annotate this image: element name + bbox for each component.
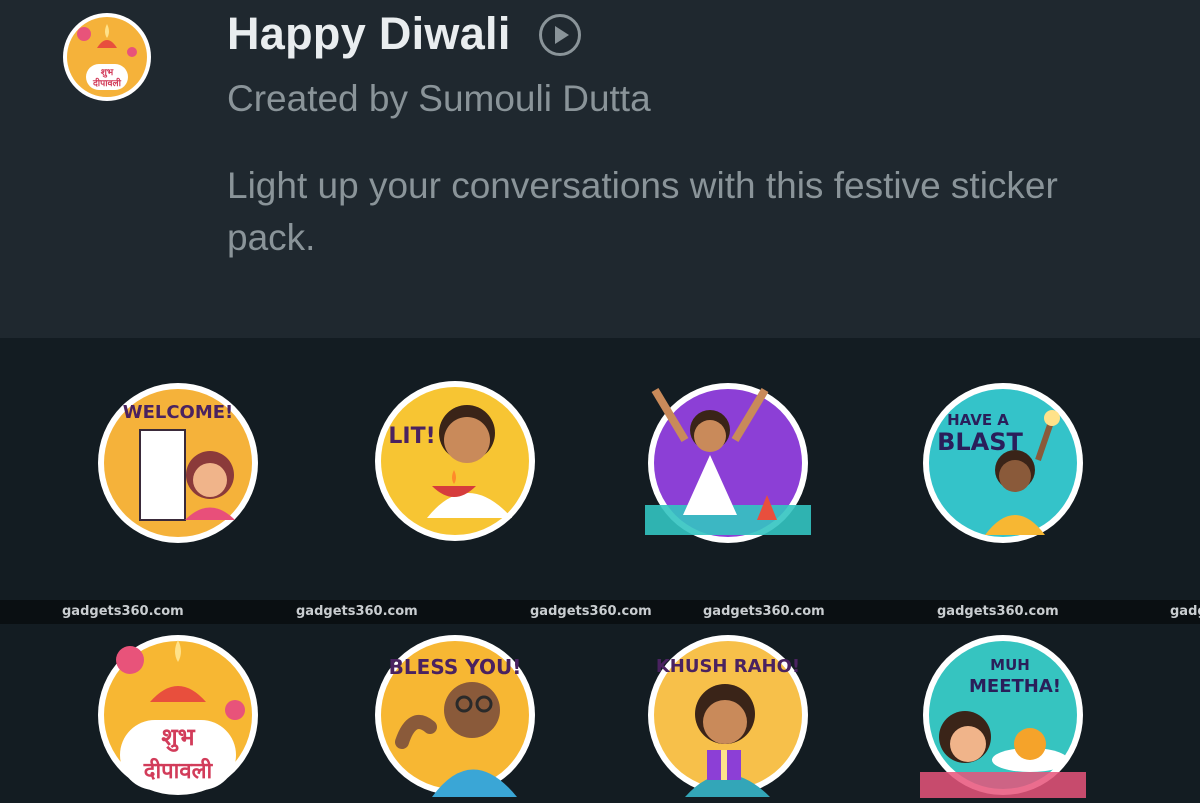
sticker-label: WELCOME! xyxy=(123,402,234,423)
sticker-celebrate[interactable] xyxy=(645,380,811,546)
sticker-label: BLESS YOU! xyxy=(389,655,522,679)
title-row: Happy Diwali xyxy=(227,8,582,60)
watermark: gadgets360.com xyxy=(937,604,1059,619)
sticker-have-a-blast[interactable]: HAVE A BLAST xyxy=(920,380,1086,546)
pack-icon-text-line2: दीपावली xyxy=(92,77,122,89)
watermark: gadgets360.com xyxy=(530,604,652,619)
pack-description: Light up your conversations with this fe… xyxy=(227,165,1058,258)
pack-title: Happy Diwali xyxy=(227,8,511,59)
sticker-khush-raho[interactable]: KHUSH RAHO! xyxy=(645,632,811,798)
sticker-pack-header: शुभ दीपावली Happy Diwali Created by Sumo… xyxy=(0,0,1200,338)
watermark: gadgets360.com xyxy=(703,604,825,619)
sticker-shubh-deepavali[interactable]: शुभ दीपावली xyxy=(95,632,261,798)
sticker-lit[interactable]: LIT! xyxy=(372,378,538,544)
sticker-label: KHUSH RAHO! xyxy=(656,656,800,677)
pack-icon-text-line1: शुभ xyxy=(101,68,114,78)
sticker-label-line2: MEETHA! xyxy=(969,676,1061,697)
sticker-label-line1: MUH xyxy=(990,656,1030,674)
watermark: gadgets360.com xyxy=(296,604,418,619)
sticker-label-line2: दीपावली xyxy=(143,757,214,784)
sticker-label-line1: HAVE A xyxy=(947,411,1009,429)
pack-author: Created by Sumouli Dutta xyxy=(227,78,651,119)
pack-icon: शुभ दीपावली xyxy=(62,12,152,102)
sticker-welcome[interactable]: WELCOME! xyxy=(95,380,261,546)
sticker-muh-meetha[interactable]: MUH MEETHA! xyxy=(920,632,1086,798)
play-icon[interactable] xyxy=(538,13,582,57)
watermark-bar: gadgets360.com gadgets360.com gadgets360… xyxy=(0,600,1200,624)
sticker-label-line1: शुभ xyxy=(161,723,195,752)
watermark: gadgets360.com xyxy=(62,604,184,619)
sticker-label-line2: BLAST xyxy=(937,428,1023,456)
watermark: gadg xyxy=(1170,604,1200,619)
sticker-bless-you[interactable]: BLESS YOU! xyxy=(372,632,538,798)
sticker-label: LIT! xyxy=(388,424,435,449)
